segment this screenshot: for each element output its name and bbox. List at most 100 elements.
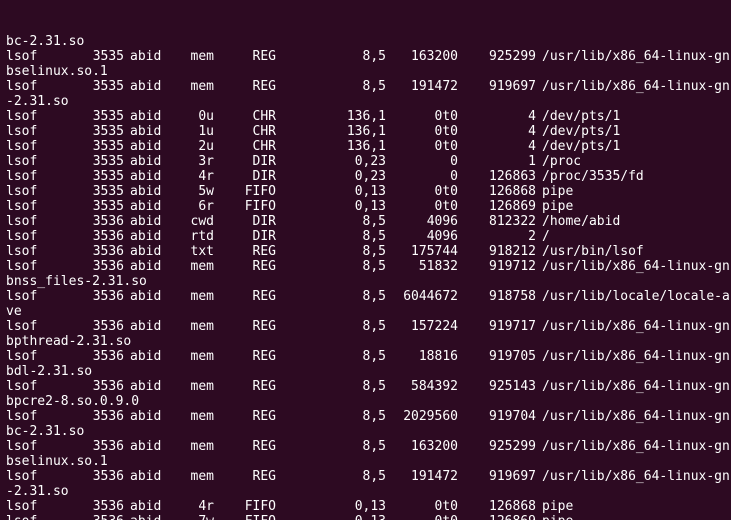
col-type: REG bbox=[214, 259, 276, 274]
col-fd: 4r bbox=[168, 169, 214, 184]
output-wrap-line: bpthread-2.31.so bbox=[6, 334, 725, 349]
col-type: DIR bbox=[214, 154, 276, 169]
col-user: abid bbox=[124, 229, 168, 244]
output-wrap-line: ve bbox=[6, 304, 725, 319]
output-wrap-line: bselinux.so.1 bbox=[6, 454, 725, 469]
output-wrap-line: bdl-2.31.so bbox=[6, 364, 725, 379]
col-name: /dev/pts/1 bbox=[536, 109, 620, 124]
col-size: 4096 bbox=[386, 214, 458, 229]
output-row: lsof3535abid4rDIR0,230126863/proc/3535/f… bbox=[6, 169, 725, 184]
col-cmd: lsof bbox=[6, 154, 76, 169]
col-name: /usr/lib/x86_64-linux-gnu/li bbox=[536, 319, 731, 334]
col-type: CHR bbox=[214, 109, 276, 124]
col-type: REG bbox=[214, 319, 276, 334]
col-type: FIFO bbox=[214, 499, 276, 514]
col-type: DIR bbox=[214, 229, 276, 244]
col-pid: 3536 bbox=[76, 214, 124, 229]
col-fd: 3r bbox=[168, 154, 214, 169]
col-node: 919712 bbox=[458, 259, 536, 274]
col-cmd: lsof bbox=[6, 259, 76, 274]
col-user: abid bbox=[124, 469, 168, 484]
col-size: 4096 bbox=[386, 229, 458, 244]
col-cmd: lsof bbox=[6, 469, 76, 484]
output-row: lsof3535abid3rDIR0,2301/proc bbox=[6, 154, 725, 169]
col-pid: 3535 bbox=[76, 169, 124, 184]
col-size: 18816 bbox=[386, 349, 458, 364]
col-type: REG bbox=[214, 79, 276, 94]
col-pid: 3536 bbox=[76, 499, 124, 514]
output-row: lsof3535abid0uCHR136,10t04/dev/pts/1 bbox=[6, 109, 725, 124]
terminal-output[interactable]: bc-2.31.so lsof3535abidmemREG8,5163200925… bbox=[0, 0, 731, 520]
col-node: 1 bbox=[458, 154, 536, 169]
col-dev: 0,13 bbox=[276, 184, 386, 199]
col-type: REG bbox=[214, 469, 276, 484]
output-row: lsof3535abid1uCHR136,10t04/dev/pts/1 bbox=[6, 124, 725, 139]
col-user: abid bbox=[124, 349, 168, 364]
col-fd: cwd bbox=[168, 214, 214, 229]
col-user: abid bbox=[124, 259, 168, 274]
col-type: REG bbox=[214, 379, 276, 394]
col-user: abid bbox=[124, 109, 168, 124]
col-cmd: lsof bbox=[6, 499, 76, 514]
output-wrap-line: bc-2.31.so bbox=[6, 424, 725, 439]
col-dev: 0,13 bbox=[276, 499, 386, 514]
output-row: lsof3535abid5wFIFO0,130t0126868pipe bbox=[6, 184, 725, 199]
col-node: 918758 bbox=[458, 289, 536, 304]
col-dev: 0,13 bbox=[276, 514, 386, 520]
output-wrap-line: bselinux.so.1 bbox=[6, 64, 725, 79]
col-size: 157224 bbox=[386, 319, 458, 334]
col-node: 126869 bbox=[458, 514, 536, 520]
col-node: 812322 bbox=[458, 214, 536, 229]
col-pid: 3536 bbox=[76, 229, 124, 244]
col-cmd: lsof bbox=[6, 139, 76, 154]
col-dev: 8,5 bbox=[276, 469, 386, 484]
col-node: 126868 bbox=[458, 184, 536, 199]
output-row: lsof3535abidmemREG8,5191472919697/usr/li… bbox=[6, 79, 725, 94]
col-dev: 8,5 bbox=[276, 349, 386, 364]
col-cmd: lsof bbox=[6, 319, 76, 334]
col-size: 175744 bbox=[386, 244, 458, 259]
output-row: lsof3536abidmemREG8,5163200925299/usr/li… bbox=[6, 439, 725, 454]
output-row: lsof3535abidmemREG8,5163200925299/usr/li… bbox=[6, 49, 725, 64]
col-fd: txt bbox=[168, 244, 214, 259]
col-pid: 3536 bbox=[76, 514, 124, 520]
col-node: 918212 bbox=[458, 244, 536, 259]
col-pid: 3536 bbox=[76, 244, 124, 259]
col-pid: 3536 bbox=[76, 439, 124, 454]
col-cmd: lsof bbox=[6, 514, 76, 520]
col-size: 163200 bbox=[386, 49, 458, 64]
col-type: REG bbox=[214, 349, 276, 364]
col-pid: 3535 bbox=[76, 79, 124, 94]
col-pid: 3536 bbox=[76, 259, 124, 274]
col-node: 4 bbox=[458, 139, 536, 154]
col-type: CHR bbox=[214, 139, 276, 154]
col-fd: mem bbox=[168, 349, 214, 364]
col-node: 2 bbox=[458, 229, 536, 244]
col-fd: mem bbox=[168, 259, 214, 274]
col-size: 0t0 bbox=[386, 499, 458, 514]
col-name: /dev/pts/1 bbox=[536, 124, 620, 139]
col-name: pipe bbox=[536, 514, 573, 520]
col-size: 0t0 bbox=[386, 514, 458, 520]
col-name: pipe bbox=[536, 184, 573, 199]
output-row: lsof3536abidrtdDIR8,540962/ bbox=[6, 229, 725, 244]
col-cmd: lsof bbox=[6, 124, 76, 139]
col-name: /usr/lib/x86_64-linux-gnu/ld bbox=[536, 79, 731, 94]
col-cmd: lsof bbox=[6, 439, 76, 454]
col-user: abid bbox=[124, 514, 168, 520]
col-size: 191472 bbox=[386, 469, 458, 484]
col-dev: 8,5 bbox=[276, 439, 386, 454]
col-type: REG bbox=[214, 409, 276, 424]
output-row: lsof3536abidmemREG8,56044672918758/usr/l… bbox=[6, 289, 725, 304]
col-dev: 136,1 bbox=[276, 124, 386, 139]
col-dev: 8,5 bbox=[276, 319, 386, 334]
col-dev: 8,5 bbox=[276, 49, 386, 64]
col-user: abid bbox=[124, 244, 168, 259]
col-fd: mem bbox=[168, 289, 214, 304]
col-fd: mem bbox=[168, 469, 214, 484]
col-dev: 0,23 bbox=[276, 169, 386, 184]
col-size: 163200 bbox=[386, 439, 458, 454]
col-fd: 0u bbox=[168, 109, 214, 124]
col-cmd: lsof bbox=[6, 229, 76, 244]
col-pid: 3535 bbox=[76, 109, 124, 124]
